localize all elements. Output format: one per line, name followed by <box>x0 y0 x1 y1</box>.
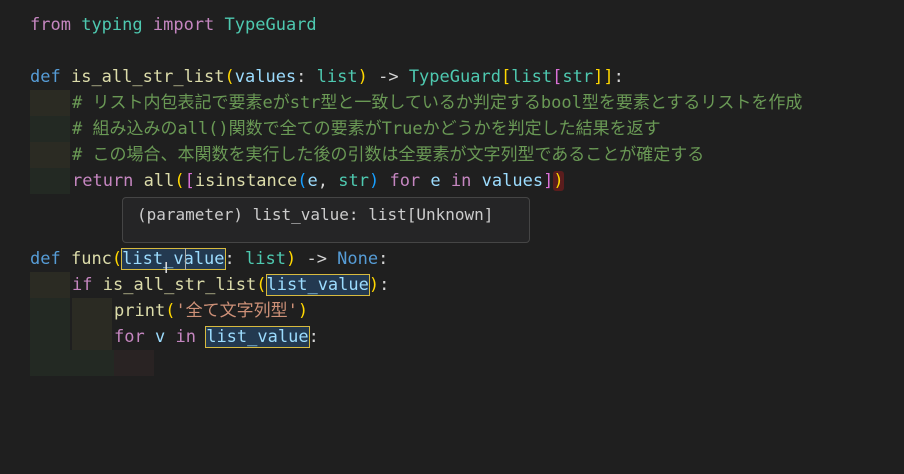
function-call: all <box>143 171 175 191</box>
bracket: [ <box>552 67 563 87</box>
keyword: None <box>337 249 379 269</box>
code-line[interactable]: def is_all_str_list(values: list) -> Typ… <box>30 64 624 90</box>
keyword: for <box>114 327 145 347</box>
function-name: is_all_str_list <box>70 67 225 87</box>
code-line[interactable]: def func(list_value: list) -> None: <box>30 246 388 272</box>
variable: v <box>154 327 166 347</box>
code-line[interactable]: from typing import TypeGuard <box>30 12 317 38</box>
type-name: list <box>511 67 553 87</box>
string-literal: '全て文字列型' <box>175 301 298 321</box>
type-name: TypeGuard <box>408 67 501 87</box>
indent-guide <box>30 90 70 116</box>
bracket: ( <box>256 275 267 295</box>
bracket: ] <box>543 171 554 191</box>
argument-highlight[interactable]: list_value <box>265 274 370 296</box>
type-name: str <box>562 67 594 87</box>
code-line[interactable]: return all([isinstance(e, str) for e in … <box>72 168 564 194</box>
indent-guide <box>30 324 70 350</box>
bracket-error: ) <box>553 171 564 191</box>
bracket: ( <box>174 171 185 191</box>
indent-guide <box>30 298 70 324</box>
variable: e <box>430 171 441 191</box>
bracket: [ <box>500 67 512 87</box>
code-line[interactable]: for v in list_value: <box>114 324 319 350</box>
indent-guide <box>30 272 70 298</box>
bracket: ( <box>111 249 123 269</box>
indent-guide <box>30 116 70 142</box>
function-call: isinstance <box>194 171 298 191</box>
module-name: typing <box>81 15 143 35</box>
comment-line[interactable]: # リスト内包表記で要素eがstr型と一致しているか判定するbool型を要素とす… <box>72 90 802 116</box>
bracket: ]] <box>593 67 614 87</box>
parameter-highlight[interactable]: list_value <box>121 248 226 270</box>
function-call: is_all_str_list <box>102 275 257 295</box>
keyword: in <box>450 171 472 191</box>
variable: values <box>481 171 544 191</box>
punctuation: , <box>317 171 339 191</box>
keyword: return <box>72 171 134 191</box>
bracket: ) <box>368 171 380 191</box>
text-caret <box>185 248 186 270</box>
bracket: ( <box>297 171 308 191</box>
keyword: in <box>175 327 196 347</box>
keyword: if <box>72 275 93 295</box>
punctuation: : <box>308 327 319 347</box>
punctuation: : <box>224 249 246 269</box>
punctuation: : <box>379 275 390 295</box>
indent-guide <box>114 350 154 376</box>
indent-guide <box>30 142 70 168</box>
code-line[interactable]: print('全て文字列型') <box>114 298 308 324</box>
function-call: print <box>114 301 166 321</box>
type-name: str <box>338 171 369 191</box>
code-line[interactable]: if is_all_str_list(list_value): <box>72 272 389 298</box>
indent-guide <box>72 298 112 324</box>
comment-line[interactable]: # 組み込みのall()関数で全ての要素がTrueかどうかを判定した結果を返す <box>72 116 661 142</box>
parameter: values <box>234 67 297 87</box>
comment-line[interactable]: # この場合、本関数を実行した後の引数は全要素が文字列型であることが確定する <box>72 142 704 168</box>
bracket: ( <box>224 67 235 87</box>
punctuation: : <box>296 67 317 87</box>
variable-highlight[interactable]: list_value <box>205 326 310 348</box>
punctuation: : <box>378 249 389 269</box>
variable: e <box>307 171 318 191</box>
keyword: def <box>30 249 61 269</box>
bracket: ) <box>357 67 368 87</box>
keyword: for <box>389 171 421 191</box>
hover-tooltip: (parameter) list_value: list[Unknown] <box>122 197 530 243</box>
arrow: -> <box>296 249 338 269</box>
punctuation: : <box>613 67 624 87</box>
type-name: list <box>245 249 286 269</box>
bracket: [ <box>184 171 195 191</box>
bracket: ( <box>165 301 176 321</box>
keyword: import <box>152 15 215 35</box>
import-name: TypeGuard <box>224 15 317 35</box>
indent-guide <box>72 324 112 350</box>
code-editor[interactable]: from typing import TypeGuard def is_all_… <box>0 0 904 474</box>
bracket: ) <box>368 275 380 295</box>
indent-guide <box>30 168 70 194</box>
bracket: ) <box>285 249 297 269</box>
keyword: from <box>30 15 71 35</box>
type-name: list <box>316 67 358 87</box>
keyword: def <box>30 67 61 87</box>
indent-guide <box>30 350 114 376</box>
bracket: ) <box>297 301 309 321</box>
text-cursor-icon: Ⅰ <box>164 259 169 277</box>
function-name: func <box>70 249 112 269</box>
arrow: -> <box>367 67 409 87</box>
